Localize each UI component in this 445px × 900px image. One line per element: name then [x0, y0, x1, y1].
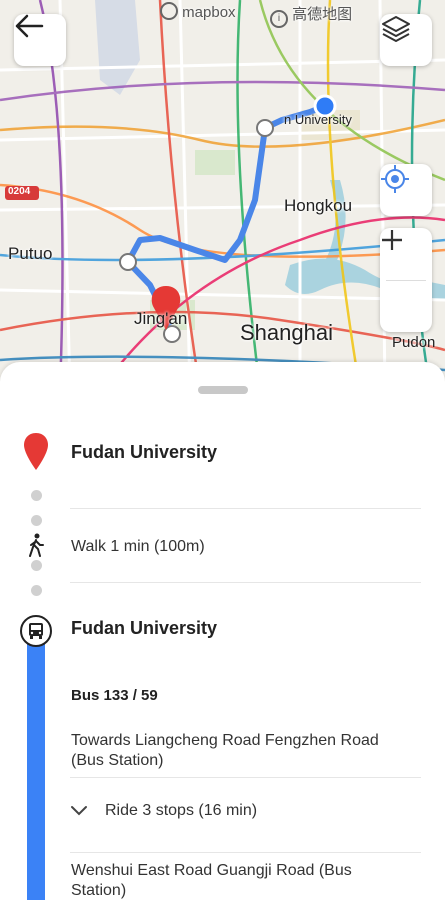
amap-logo-icon: i — [270, 10, 288, 28]
back-button[interactable] — [14, 14, 66, 66]
route-details-sheet[interactable]: Fudan University Walk 1 min (100m) Fudan… — [0, 362, 445, 900]
chevron-down-icon — [71, 806, 87, 816]
amap-attribution: i 高德地图 — [270, 3, 352, 28]
my-location-button[interactable] — [380, 164, 432, 216]
sheet-drag-handle[interactable] — [198, 386, 248, 394]
layers-button[interactable] — [380, 14, 432, 66]
map-label-hongkou: Hongkou — [284, 196, 353, 215]
road-shield-label: 0204 — [8, 186, 31, 197]
map-label-shanghai: Shanghai — [240, 320, 333, 345]
bus-line-label: Bus 133 / 59 — [71, 687, 158, 704]
map-label-putuo: Putuo — [8, 244, 53, 263]
map-label-university: n University — [284, 112, 352, 127]
walking-person-icon — [29, 533, 44, 557]
arrow-left-icon — [15, 14, 44, 38]
bus-stop-marker — [20, 615, 52, 647]
walk-dot — [31, 585, 42, 596]
minus-icon — [382, 238, 402, 242]
walk-instruction: Walk 1 min (100m) — [71, 538, 205, 555]
bus-icon — [29, 623, 43, 639]
map-label-pudong: Pudon — [392, 334, 436, 351]
destination-line-2: Station) — [71, 882, 127, 899]
destination-line-1: Wenshui East Road Guangji Road (Bus — [71, 862, 352, 879]
layers-icon — [382, 16, 410, 42]
mapbox-attribution: mapbox — [160, 2, 236, 21]
zoom-out-button[interactable] — [380, 238, 432, 332]
origin-title: Fudan University — [71, 442, 218, 462]
ride-stops-toggle[interactable]: Ride 3 stops (16 min) — [70, 802, 257, 820]
walk-dot — [31, 560, 42, 571]
towards-line-2: (Bus Station) — [71, 752, 164, 769]
towards-line-1: Towards Liangcheng Road Fengzhen Road — [71, 732, 379, 749]
crosshair-icon — [381, 165, 409, 193]
ride-stops-label: Ride 3 stops (16 min) — [105, 802, 258, 819]
walk-dot — [31, 515, 42, 526]
mapbox-logo-icon — [160, 2, 178, 20]
map-canvas — [0, 0, 445, 390]
map-view[interactable]: 0204 mapbox i 高德地图 n University Hongkou … — [0, 0, 445, 390]
walk-dot — [31, 490, 42, 501]
zoom-controls — [380, 228, 432, 332]
map-label-jingan: Jing'an — [134, 309, 188, 328]
bus-stop-title: Fudan University — [71, 618, 218, 638]
location-pin-icon — [24, 433, 48, 470]
transit-line-bar — [27, 632, 45, 900]
